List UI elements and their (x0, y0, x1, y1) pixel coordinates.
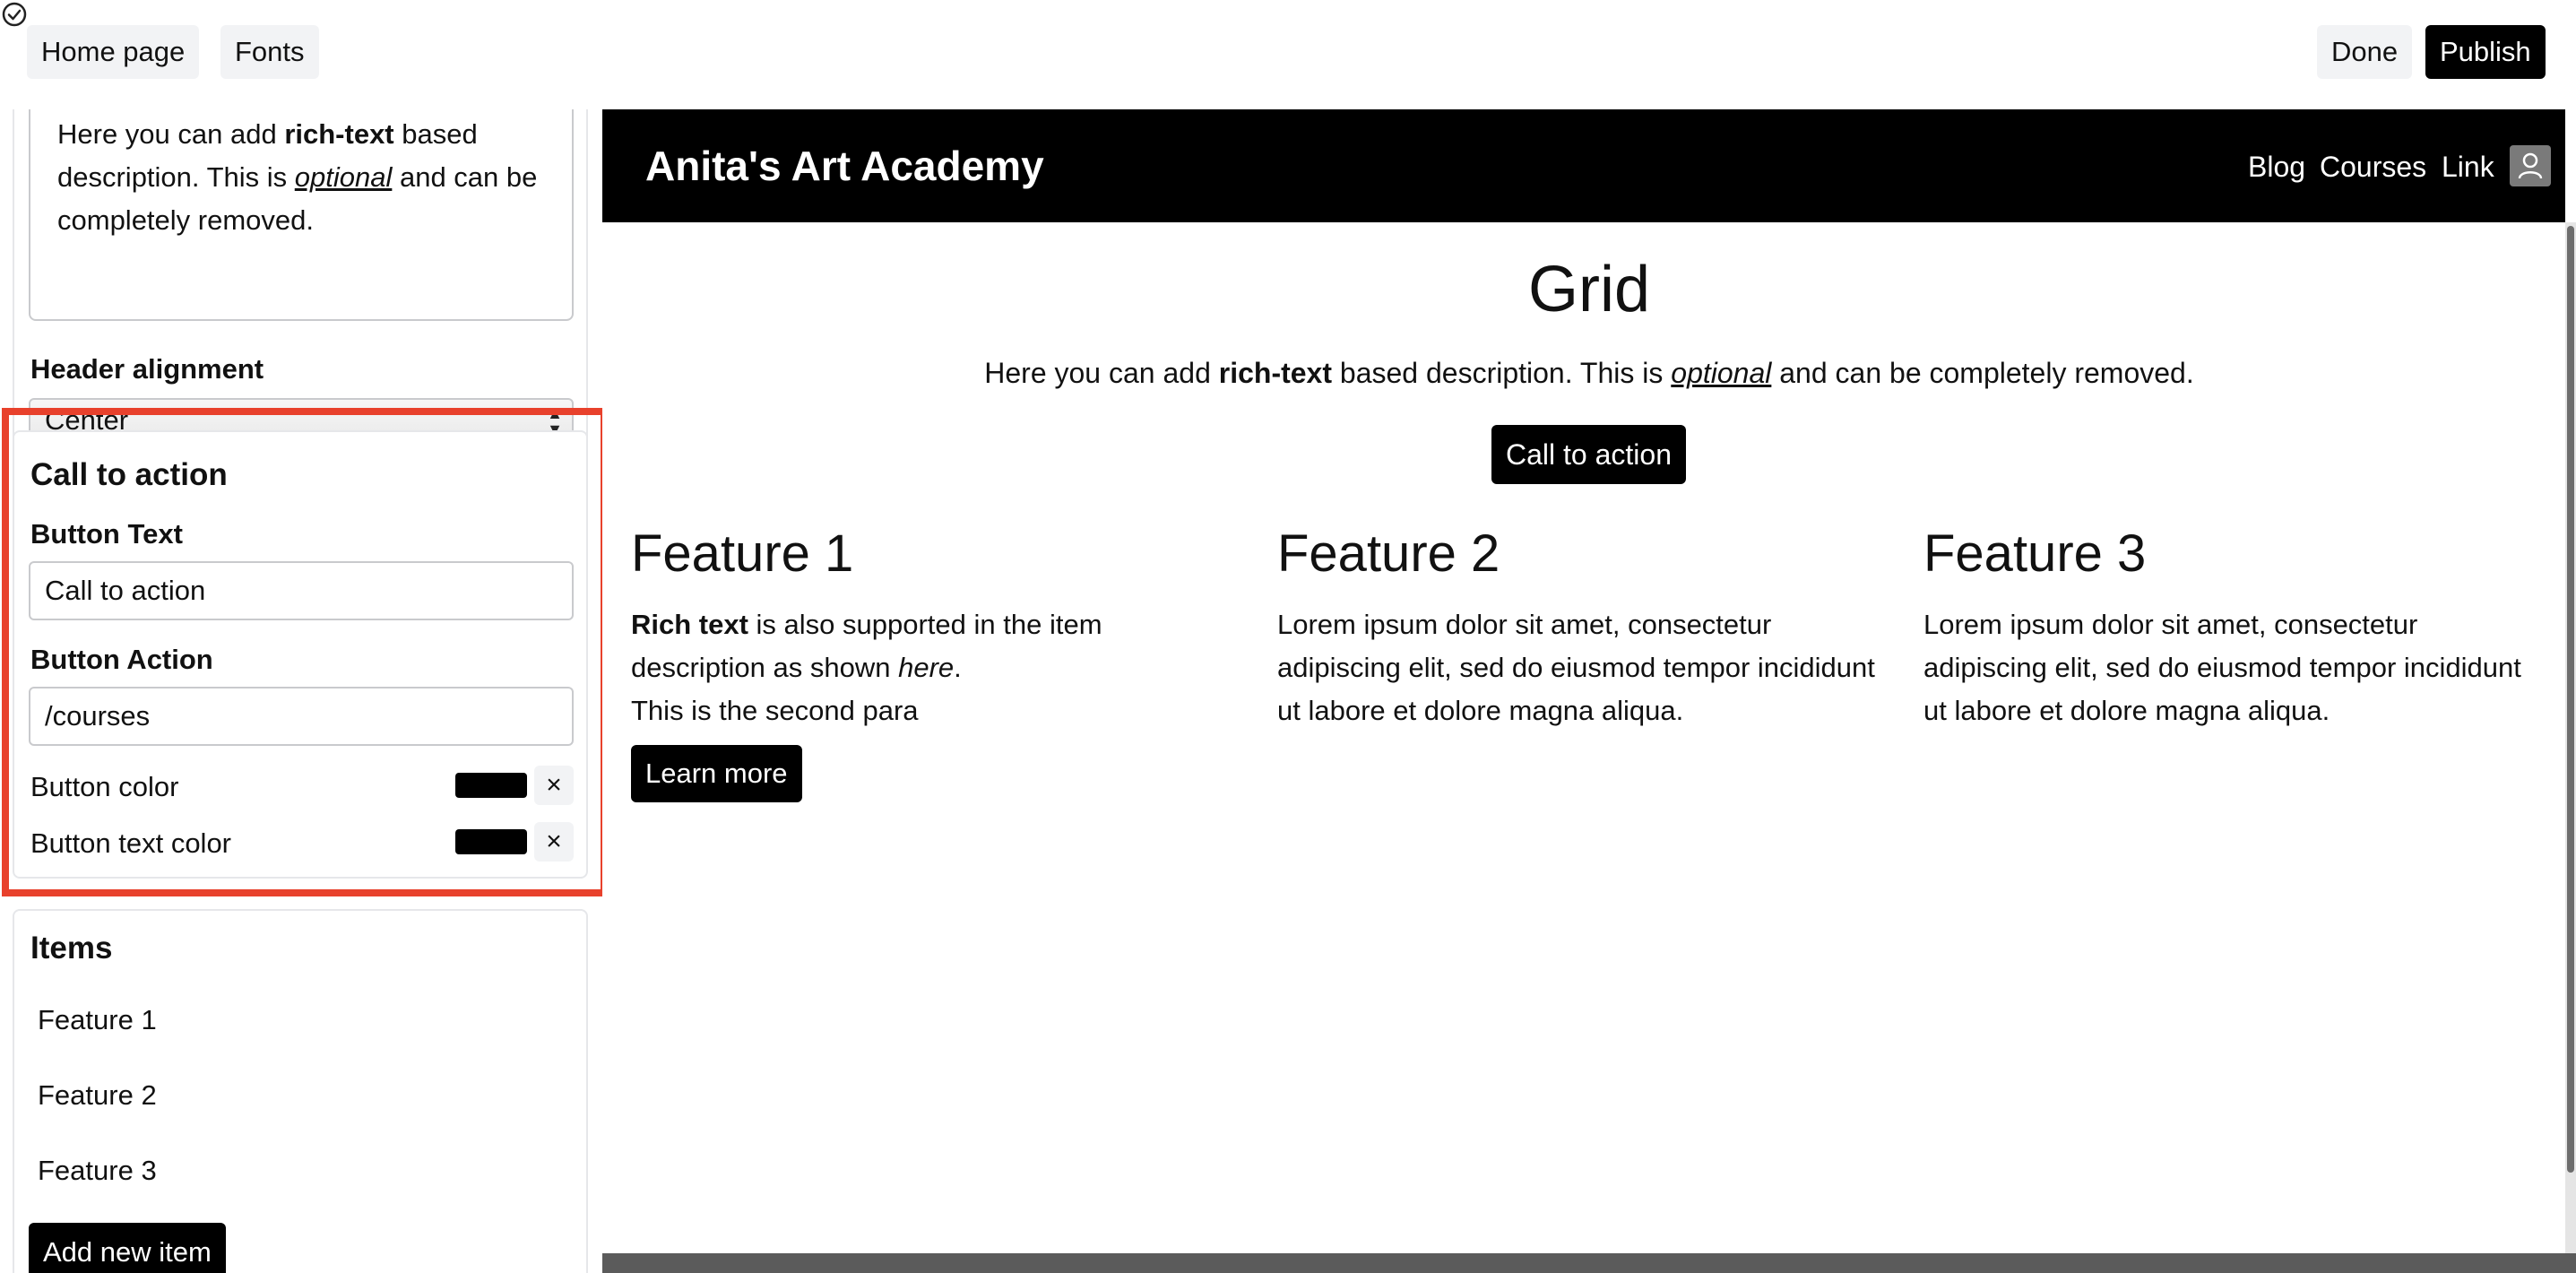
feature-card: Feature 3 Lorem ipsum dolor sit amet, co… (1923, 524, 2533, 732)
section-title: Grid (1527, 254, 1651, 325)
items-panel-title: Items (30, 931, 113, 966)
list-item[interactable]: Feature 3 (38, 1155, 157, 1187)
feature-card: Feature 1 Rich text is also supported in… (631, 524, 1240, 802)
feature-text: . (954, 652, 962, 683)
feature-title: Feature 1 (631, 524, 854, 583)
feature-title: Feature 2 (1277, 524, 1500, 583)
vertical-scrollbar-thumb[interactable] (2567, 226, 2574, 1173)
desc-bold-text: rich-text (284, 118, 394, 150)
items-panel: Items Feature 1 Feature 2 Feature 3 Add … (13, 909, 588, 1273)
feature-italic-text: here (898, 652, 955, 683)
nav-link-link[interactable]: Link (2442, 151, 2494, 184)
header-alignment-label: Header alignment (30, 353, 264, 385)
horizontal-scrollbar[interactable] (602, 1253, 2576, 1273)
annotation-highlight-box (2, 408, 608, 896)
check-circle-icon (2, 2, 27, 27)
site-navbar: Anita's Art Academy Blog Courses Link (602, 109, 2565, 222)
site-brand[interactable]: Anita's Art Academy (645, 142, 1044, 190)
section-description: Here you can add rich-text based descrip… (602, 357, 2576, 390)
desc-italic-text: optional (1671, 357, 1772, 389)
desc-text: and can be completely removed. (1771, 357, 2194, 389)
feature-description: Lorem ipsum dolor sit amet, consectetur … (1923, 609, 2521, 726)
list-item[interactable]: Feature 1 (38, 1004, 157, 1036)
top-toolbar: Home page Fonts Done Publish (0, 0, 2576, 109)
learn-more-button[interactable]: Learn more (631, 745, 802, 802)
done-button[interactable]: Done (2317, 25, 2413, 79)
feature-second-paragraph: This is the second para (631, 695, 919, 726)
publish-button[interactable]: Publish (2425, 25, 2546, 79)
home-page-button[interactable]: Home page (27, 25, 200, 79)
fonts-button[interactable]: Fonts (220, 25, 319, 79)
feature-description: Rich text is also supported in the item … (631, 603, 1240, 689)
site-preview: Anita's Art Academy Blog Courses Link Gr… (602, 109, 2576, 1273)
feature-bold-text: Rich text (631, 609, 748, 640)
desc-text: based description. This is (1332, 357, 1672, 389)
nav-link-courses[interactable]: Courses (2320, 151, 2426, 184)
desc-text: Here you can add (984, 357, 1219, 389)
list-item[interactable]: Feature 2 (38, 1079, 157, 1112)
user-icon[interactable] (2510, 145, 2551, 186)
nav-link-blog[interactable]: Blog (2248, 151, 2305, 184)
feature-title: Feature 3 (1923, 524, 2147, 583)
desc-italic-text: optional (294, 161, 393, 193)
feature-card: Feature 2 Lorem ipsum dolor sit amet, co… (1277, 524, 1887, 732)
feature-description: Lorem ipsum dolor sit amet, consectetur … (1277, 609, 1875, 726)
desc-text: Here you can add (57, 118, 285, 150)
add-new-item-button[interactable]: Add new item (29, 1223, 226, 1273)
desc-bold-text: rich-text (1218, 357, 1332, 389)
call-to-action-button[interactable]: Call to action (1491, 425, 1686, 484)
description-editor[interactable]: Here you can add rich-text based descrip… (29, 109, 574, 321)
